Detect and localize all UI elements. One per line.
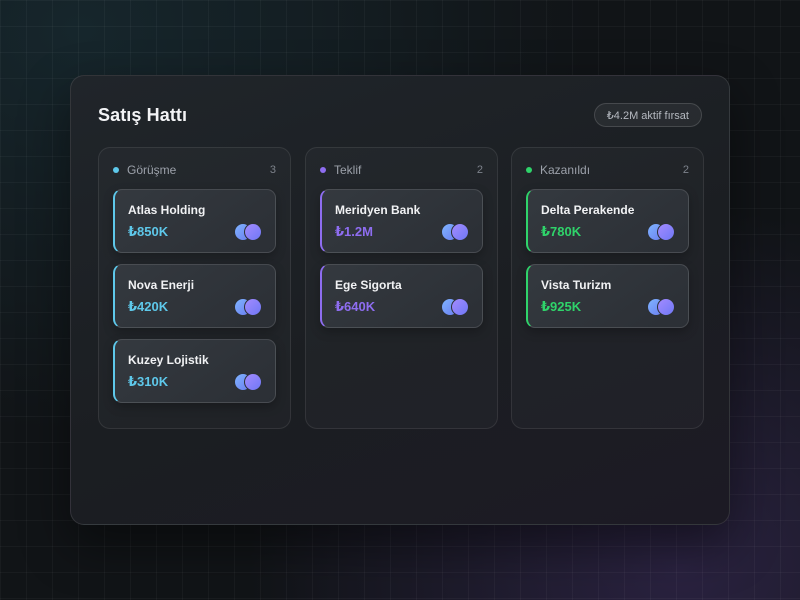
column-gorusme: Görüşme 3 Atlas Holding ₺850K Nova Enerj… (98, 147, 291, 429)
avatar (451, 298, 469, 316)
avatar-group-icon[interactable] (441, 298, 469, 316)
avatar-group-icon[interactable] (441, 223, 469, 241)
avatar (451, 223, 469, 241)
deal-card[interactable]: Vista Turizm ₺925K (526, 264, 689, 328)
avatar (657, 223, 675, 241)
deal-amount: ₺780K (541, 224, 582, 239)
board-title: Satış Hattı (98, 105, 188, 125)
deal-card[interactable]: Ege Sigorta ₺640K (320, 264, 483, 328)
avatar (244, 223, 262, 241)
deal-amount: ₺420K (128, 299, 169, 314)
deal-name: Kuzey Lojistik (128, 353, 209, 367)
status-dot-icon (320, 167, 326, 173)
avatar-group-icon[interactable] (647, 298, 675, 316)
column-count: 2 (682, 164, 689, 176)
column-title: Kazanıldı (540, 163, 591, 177)
deal-amount: ₺850K (128, 224, 169, 239)
column-header: Görüşme 3 (113, 163, 276, 177)
avatar (657, 298, 675, 316)
deal-name: Nova Enerji (128, 278, 195, 292)
status-dot-icon (113, 167, 119, 173)
deal-amount: ₺925K (541, 299, 582, 314)
active-opportunities-badge: ₺4.2M aktif fırsat (593, 103, 702, 127)
deal-card[interactable]: Kuzey Lojistik ₺310K (113, 339, 276, 403)
deal-amount: ₺640K (335, 299, 376, 314)
deal-name: Delta Perakende (541, 203, 635, 217)
deal-card[interactable]: Nova Enerji ₺420K (113, 264, 276, 328)
status-dot-icon (526, 167, 532, 173)
column-teklif: Teklif 2 Meridyen Bank ₺1.2M Ege Sigorta… (305, 147, 498, 429)
avatar-group-icon[interactable] (234, 223, 262, 241)
avatar-group-icon[interactable] (234, 373, 262, 391)
avatar-group-icon[interactable] (234, 298, 262, 316)
column-header: Teklif 2 (320, 163, 483, 177)
column-header: Kazanıldı 2 (526, 163, 689, 177)
deal-amount: ₺310K (128, 374, 169, 389)
deal-name: Vista Turizm (541, 278, 612, 292)
column-title: Görüşme (127, 163, 177, 177)
deal-card[interactable]: Delta Perakende ₺780K (526, 189, 689, 253)
deal-amount: ₺1.2M (335, 224, 373, 239)
column-kazanildi: Kazanıldı 2 Delta Perakende ₺780K Vista … (511, 147, 704, 429)
deal-card[interactable]: Atlas Holding ₺850K (113, 189, 276, 253)
avatar (244, 298, 262, 316)
column-count: 2 (476, 164, 483, 176)
column-title: Teklif (334, 163, 362, 177)
pipeline-board: Satış Hattı ₺4.2M aktif fırsat Görüşme 3… (70, 75, 730, 525)
column-count: 3 (269, 164, 276, 176)
deal-name: Atlas Holding (128, 203, 206, 217)
deal-name: Meridyen Bank (335, 203, 421, 217)
deal-name: Ege Sigorta (335, 278, 402, 292)
avatar (244, 373, 262, 391)
avatar-group-icon[interactable] (647, 223, 675, 241)
deal-card[interactable]: Meridyen Bank ₺1.2M (320, 189, 483, 253)
